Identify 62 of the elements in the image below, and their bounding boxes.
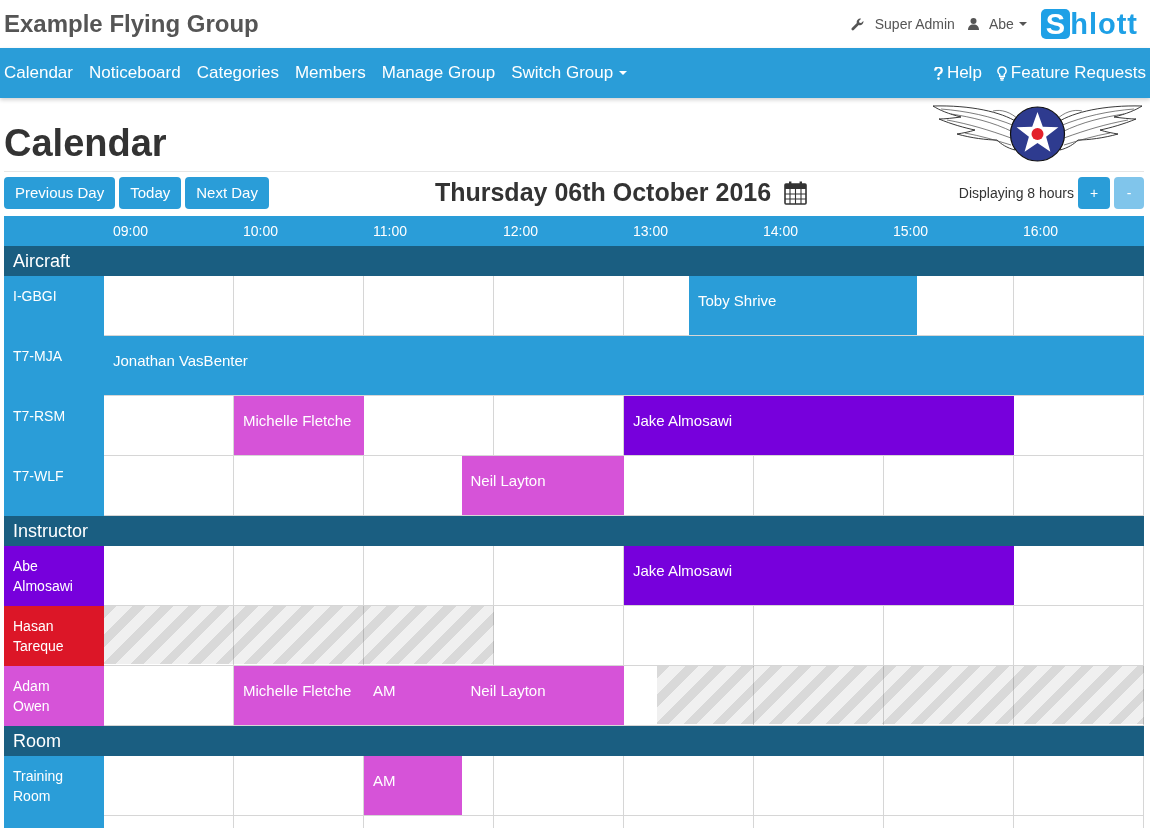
booking-block[interactable]: Jonathan VasBenter xyxy=(104,336,1144,395)
nav-link[interactable]: Feature Requests xyxy=(996,60,1146,86)
booking-block[interactable]: Jake Almosawi xyxy=(624,396,1014,455)
schedule-row[interactable]: Neil Layton xyxy=(104,456,1144,516)
booking-block[interactable]: Michelle Fletche xyxy=(234,666,364,725)
schedule-row[interactable] xyxy=(104,606,1144,666)
time-label: 09:00 xyxy=(113,221,149,241)
time-label: 11:00 xyxy=(373,221,407,241)
time-label: 15:00 xyxy=(893,221,929,241)
user-icon xyxy=(967,18,979,30)
schedule-row[interactable]: AM xyxy=(104,756,1144,816)
calendar-icon[interactable] xyxy=(784,181,808,205)
resource-label: Training Room xyxy=(4,756,104,816)
brand-logo[interactable]: S hlott xyxy=(1040,9,1138,39)
nav-link[interactable]: Noticeboard xyxy=(89,60,181,86)
display-info: Displaying 8 hours xyxy=(958,183,1074,203)
schedule-row[interactable]: Toby Shrive xyxy=(104,276,1144,336)
resource-label: Adam Owen xyxy=(4,666,104,726)
resource-label: T7-WLF xyxy=(4,456,104,516)
schedule-row[interactable]: Jake Almosawi xyxy=(104,546,1144,606)
time-label: 13:00 xyxy=(633,221,669,241)
zoom-button[interactable]: + xyxy=(1078,177,1110,209)
lightbulb-icon xyxy=(996,65,1007,81)
resource-label: T7-RSM xyxy=(4,396,104,456)
nav-link[interactable]: Calendar xyxy=(4,60,73,86)
nav-link[interactable]: Switch Group xyxy=(511,60,628,86)
time-label: 16:00 xyxy=(1023,221,1059,241)
user-menu[interactable]: Abe xyxy=(967,13,1027,35)
nav-link[interactable]: Manage Group xyxy=(381,60,496,86)
booking-block[interactable]: Michelle Fletche xyxy=(234,396,364,455)
question-icon xyxy=(933,66,943,80)
schedule-row[interactable]: Michelle Fletche AM Neil Layton xyxy=(104,666,1144,726)
booking-block[interactable]: Neil Layton xyxy=(461,456,624,515)
time-label: 14:00 xyxy=(763,221,799,241)
caret-icon xyxy=(619,71,628,75)
day-button[interactable]: Today xyxy=(119,177,182,209)
caret-icon xyxy=(1018,22,1027,26)
time-label: 10:00 xyxy=(243,221,279,241)
resource-label: Hasan Tareque xyxy=(4,606,104,666)
time-label: 12:00 xyxy=(503,221,539,241)
nav-link[interactable]: Categories xyxy=(196,60,279,86)
admin-link[interactable]: Super Admin xyxy=(850,13,955,35)
booking-block[interactable]: Jake Almosawi xyxy=(624,546,1014,605)
nav-link[interactable]: Members xyxy=(294,60,366,86)
booking-block[interactable]: AM xyxy=(364,756,462,815)
resource-label: Abe Almosawi xyxy=(4,546,104,606)
booking-block[interactable]: Toby Shrive xyxy=(689,276,917,335)
day-button[interactable]: Previous Day xyxy=(4,177,116,209)
schedule-row[interactable]: Michelle Fletche Jake Almosawi xyxy=(104,396,1144,456)
booking-block[interactable]: Neil Layton xyxy=(461,666,624,725)
date-title: Thursday 06th October 2016 xyxy=(434,177,772,209)
day-button[interactable]: Next Day xyxy=(185,177,269,209)
page-title: Calendar xyxy=(4,121,167,166)
section-header: Aircraft xyxy=(4,246,1144,276)
resource-label: T7-MJA xyxy=(4,336,104,396)
section-header: Room xyxy=(4,726,1144,756)
nav-link[interactable]: Help xyxy=(933,60,982,86)
section-header: Instructor xyxy=(4,516,1144,546)
site-title: Example Flying Group xyxy=(4,12,259,36)
resource-label: I-GBGI xyxy=(4,276,104,336)
wrench-icon xyxy=(850,17,864,31)
booking-block[interactable]: AM xyxy=(364,666,462,725)
